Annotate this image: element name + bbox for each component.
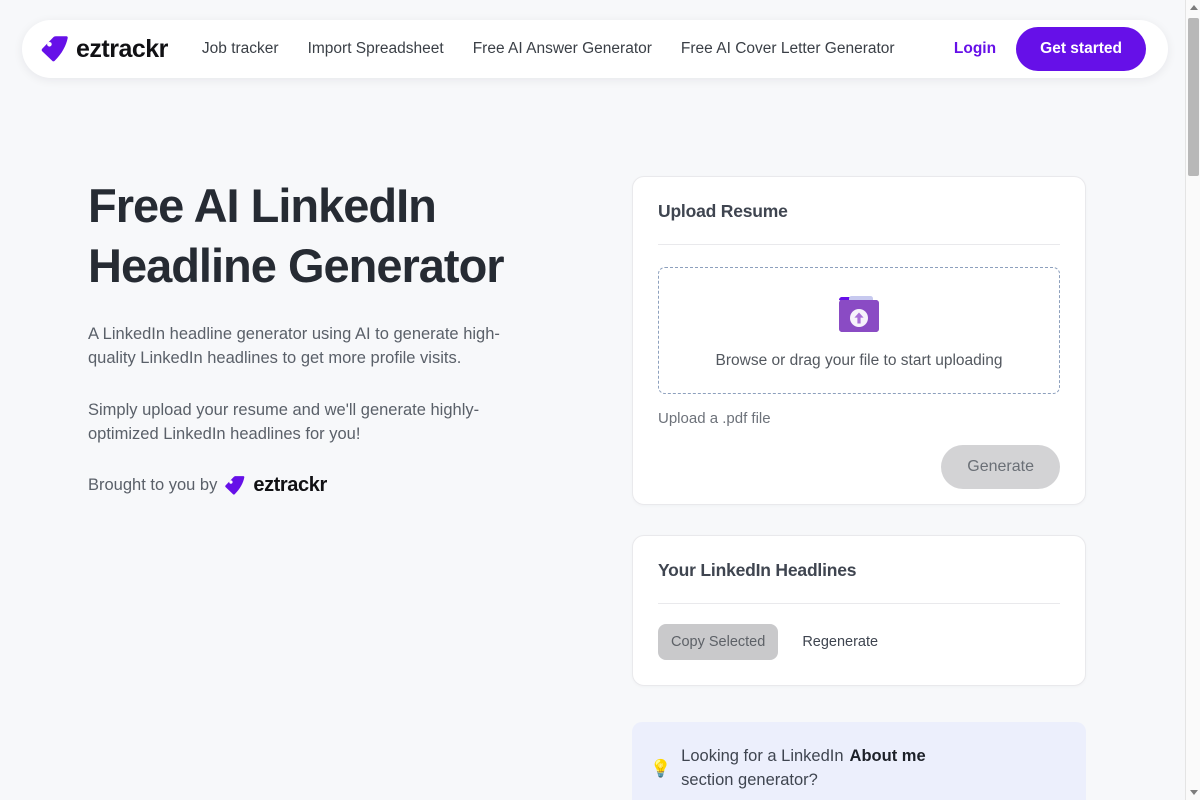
copy-selected-button[interactable]: Copy Selected (658, 624, 779, 660)
generate-button[interactable]: Generate (941, 445, 1060, 489)
login-link[interactable]: Login (954, 40, 996, 58)
hero-paragraph-2: Simply upload your resume and we'll gene… (88, 401, 480, 443)
eztrackr-tag-logo-icon (40, 35, 70, 63)
brand-logo-link[interactable]: eztrackr (40, 35, 168, 64)
scroll-up-arrow-icon[interactable] (1186, 0, 1200, 15)
page-title: Free AI LinkedIn Headline Generator (88, 179, 505, 292)
file-dropzone[interactable]: Browse or drag your file to start upload… (658, 267, 1060, 394)
scroll-down-arrow-icon[interactable] (1186, 785, 1200, 800)
brought-by-prefix: Brought to you by (88, 476, 218, 494)
scrollbar-thumb[interactable] (1188, 18, 1199, 176)
headlines-card-title: Your LinkedIn Headlines (658, 560, 857, 580)
upload-file-type-hint: Upload a .pdf file (658, 410, 771, 427)
lightbulb-icon: 💡 (650, 758, 672, 778)
page-viewport: eztrackr Job tracker Import Spreadsheet … (0, 0, 1185, 800)
brand-name: eztrackr (76, 34, 168, 63)
nav-link-job-tracker[interactable]: Job tracker (202, 40, 279, 58)
headlines-card-actions: Copy Selected Regenerate (658, 624, 1060, 660)
get-started-button[interactable]: Get started (1016, 27, 1146, 71)
main-nav: Job tracker Import Spreadsheet Free AI A… (202, 40, 996, 58)
nav-link-free-ai-cover-letter-generator[interactable]: Free AI Cover Letter Generator (681, 40, 895, 58)
promo-text-part-2: section generator? (681, 771, 818, 789)
site-header: eztrackr Job tracker Import Spreadsheet … (22, 20, 1168, 78)
promo-text-part-1: Looking for a LinkedIn (681, 747, 844, 765)
promo-text: Looking for a LinkedIn About me section … (681, 744, 1041, 792)
page-scrollbar[interactable] (1185, 0, 1200, 800)
folder-upload-icon (835, 292, 883, 336)
nav-link-import-spreadsheet[interactable]: Import Spreadsheet (308, 40, 444, 58)
regenerate-button[interactable]: Regenerate (800, 624, 880, 660)
about-me-generator-promo[interactable]: 💡 Looking for a LinkedIn About me sectio… (632, 722, 1086, 800)
linkedin-headlines-card: Your LinkedIn Headlines Copy Selected Re… (632, 535, 1086, 686)
headlines-card-divider (658, 603, 1060, 604)
eztrackr-tag-logo-icon-small (224, 475, 246, 496)
nav-link-free-ai-answer-generator[interactable]: Free AI Answer Generator (473, 40, 652, 58)
upload-card-actions: Generate (658, 445, 1060, 489)
brought-by-brand-name: eztrackr (253, 474, 327, 496)
dropzone-label: Browse or drag your file to start upload… (715, 351, 1003, 369)
hero-paragraph-1: A LinkedIn headline generator using AI t… (88, 325, 500, 367)
upload-card-divider (658, 244, 1060, 245)
promo-text-strong: About me (849, 747, 926, 765)
upload-card-title: Upload Resume (658, 201, 788, 221)
upload-resume-card: Upload Resume Browse or drag your file t… (632, 176, 1086, 505)
brought-to-you-by: Brought to you by eztrackr (88, 474, 558, 497)
hero-column: Free AI LinkedIn Headline Generator A Li… (88, 176, 558, 497)
